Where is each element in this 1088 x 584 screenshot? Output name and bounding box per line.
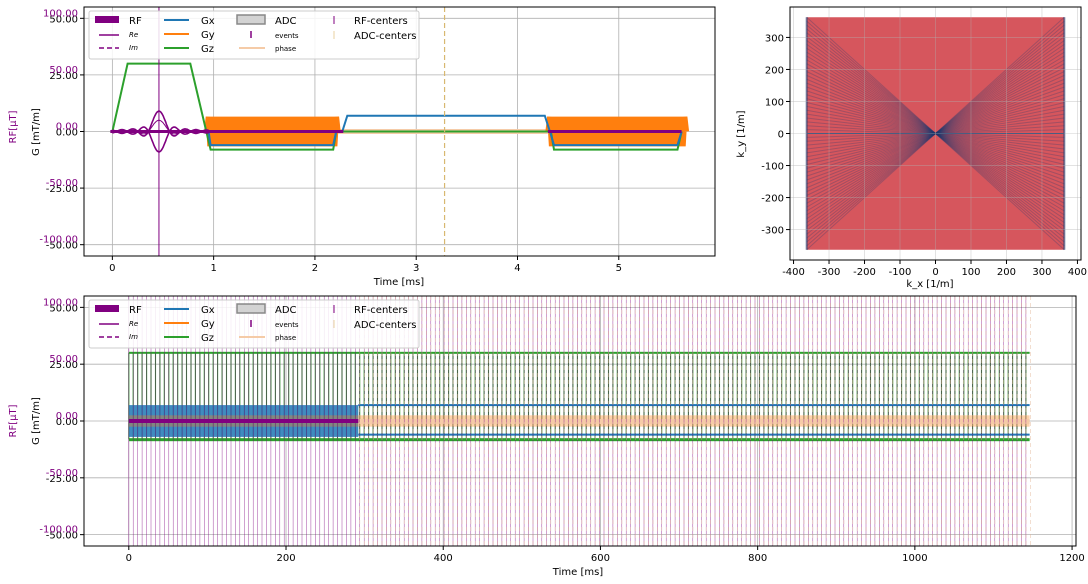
legend-gx-label: Gx [201, 16, 215, 27]
legend-phase-label: phase [275, 45, 296, 53]
x-tick-label: 4 [514, 263, 520, 274]
legend-gz-label: Gz [201, 44, 214, 55]
y-tick-label-rf: 100.00 [43, 8, 78, 19]
rf-baseline [128, 419, 359, 423]
y-tick-label: -100 [761, 162, 784, 173]
gx-band-top [358, 404, 1030, 407]
legend-c: RF Re Im Gx Gy Gz ADC events phase RF-centers ADC-… [88, 299, 420, 349]
y-tick-label-rf: -50.00 [46, 178, 78, 189]
y-tick-label-rf: -50.00 [46, 468, 78, 479]
x-axis-label-b: k_x [1/m] [906, 279, 953, 290]
legend-rf-label: RF [129, 16, 142, 27]
y-tick-label-rf: 100.00 [43, 297, 78, 308]
x-tick-label: 300 [1032, 267, 1051, 278]
x-tick-label: 800 [748, 553, 767, 564]
legend-gy-label: Gy [201, 30, 215, 41]
x-tick-label: 400 [434, 553, 453, 564]
legend-gy-label: Gy [201, 319, 215, 330]
legend-im-label: Im [129, 333, 138, 341]
legend-events-label: events [275, 321, 299, 329]
x-ticks-b: -400 -300 -200 -100 0 100 200 300 400 [782, 260, 1087, 278]
x-tick-label: 400 [1068, 267, 1087, 278]
x-tick-label: -100 [889, 267, 912, 278]
x-tick-label: 100 [961, 267, 980, 278]
y-axis-label-rf-c: RF[μT] [8, 404, 19, 437]
y-axis-label-rf-a: RF[μT] [8, 110, 19, 143]
legend-events-label: events [275, 32, 299, 40]
legend-a: RF Re Im Gx Gy Gz ADC events phase RF-centers ADC-… [88, 10, 420, 60]
x-tick-label: 1200 [1059, 553, 1084, 564]
legend-phase-label: phase [275, 334, 296, 342]
y-axis-label-g-a: G [mT/m] [31, 108, 42, 156]
legend-re-label: Re [129, 31, 138, 39]
legend-adc-centers-label: ADC-centers [354, 31, 417, 42]
legend-adc-swatch [236, 14, 266, 25]
panel-sequence-zoom: 012345 -50.00-25.000.0025.0050.00-100.00… [8, 6, 716, 288]
x-ticks-a: 0 1 2 3 4 5 [109, 256, 622, 274]
y-ticks-b: -300 -200 -100 0 100 200 300 [761, 33, 790, 237]
x-tick-label: 0 [109, 263, 115, 274]
y-ticks-a: -50.00-25.000.0025.0050.00-100.00-50.000… [39, 8, 84, 252]
x-tick-label: 5 [616, 263, 622, 274]
y-tick-label-rf: 50.00 [49, 354, 78, 365]
legend-gx-label: Gx [201, 305, 215, 316]
legend-rf-swatch [95, 305, 119, 312]
y-tick-label: 300 [765, 33, 784, 44]
x-tick-label: -400 [782, 267, 805, 278]
y-tick-label: -200 [761, 194, 784, 205]
y-tick-label: 0 [778, 130, 784, 141]
legend-adc-label: ADC [275, 305, 297, 316]
y-tick-label-rf: 0.00 [56, 122, 78, 133]
x-tick-label: 200 [997, 267, 1016, 278]
legend-re-label: Re [129, 320, 138, 328]
y-tick-label-rf: -100.00 [39, 525, 78, 536]
x-tick-label: 200 [276, 553, 295, 564]
y-tick-label: 200 [765, 65, 784, 76]
legend-rf-centers-label: RF-centers [354, 16, 408, 27]
x-tick-label: -300 [818, 267, 841, 278]
adc-phase-band [358, 419, 1030, 424]
legend-rf-swatch [95, 16, 119, 23]
x-tick-label: 1 [210, 263, 216, 274]
x-tick-label: 0 [932, 267, 938, 278]
y-tick-label-rf: 0.00 [56, 411, 78, 422]
y-tick-label: -300 [761, 226, 784, 237]
plot-area-b [790, 7, 1081, 260]
legend-adc-centers-label: ADC-centers [354, 320, 417, 331]
x-axis-label-a: Time [ms] [373, 277, 425, 288]
y-axis-label-g-c: G [mT/m] [31, 397, 42, 445]
y-tick-label-rf: -100.00 [39, 235, 78, 246]
panel-k-space: -400 -300 -200 -100 0 100 200 300 400 -300 -200 -1… [736, 6, 1087, 290]
x-tick-label: 600 [591, 553, 610, 564]
y-ticks-c: -50.00-25.000.0025.0050.00-100.00-50.000… [39, 297, 84, 542]
x-tick-label: 3 [413, 263, 419, 274]
x-tick-label: 0 [126, 553, 132, 564]
panel-sequence-full: 0 200 400 600 800 1000 1200 -50.00-25.000.0025… [8, 295, 1085, 578]
y-tick-label: 100 [765, 97, 784, 108]
gx-band-bottom [358, 433, 1030, 436]
y-axis-label-b: k_y [1/m] [736, 110, 747, 157]
legend-rf-label: RF [129, 305, 142, 316]
gz-bottom-envelope [128, 438, 1030, 442]
legend-im-label: Im [129, 44, 138, 52]
legend-rf-centers-label: RF-centers [354, 305, 408, 316]
x-axis-label-c: Time [ms] [552, 567, 604, 578]
gz-top-envelope [128, 351, 1030, 354]
x-tick-label: -200 [853, 267, 876, 278]
y-tick-label-rf: 50.00 [49, 65, 78, 76]
x-tick-label: 1000 [902, 553, 927, 564]
x-tick-label: 2 [312, 263, 318, 274]
legend-adc-label: ADC [275, 16, 297, 27]
x-ticks-c: 0 200 400 600 800 1000 1200 [126, 546, 1085, 564]
legend-gz-label: Gz [201, 333, 214, 344]
figure: 012345 -50.00-25.000.0025.0050.00-100.00… [8, 6, 1087, 578]
legend-adc-swatch [236, 303, 266, 314]
